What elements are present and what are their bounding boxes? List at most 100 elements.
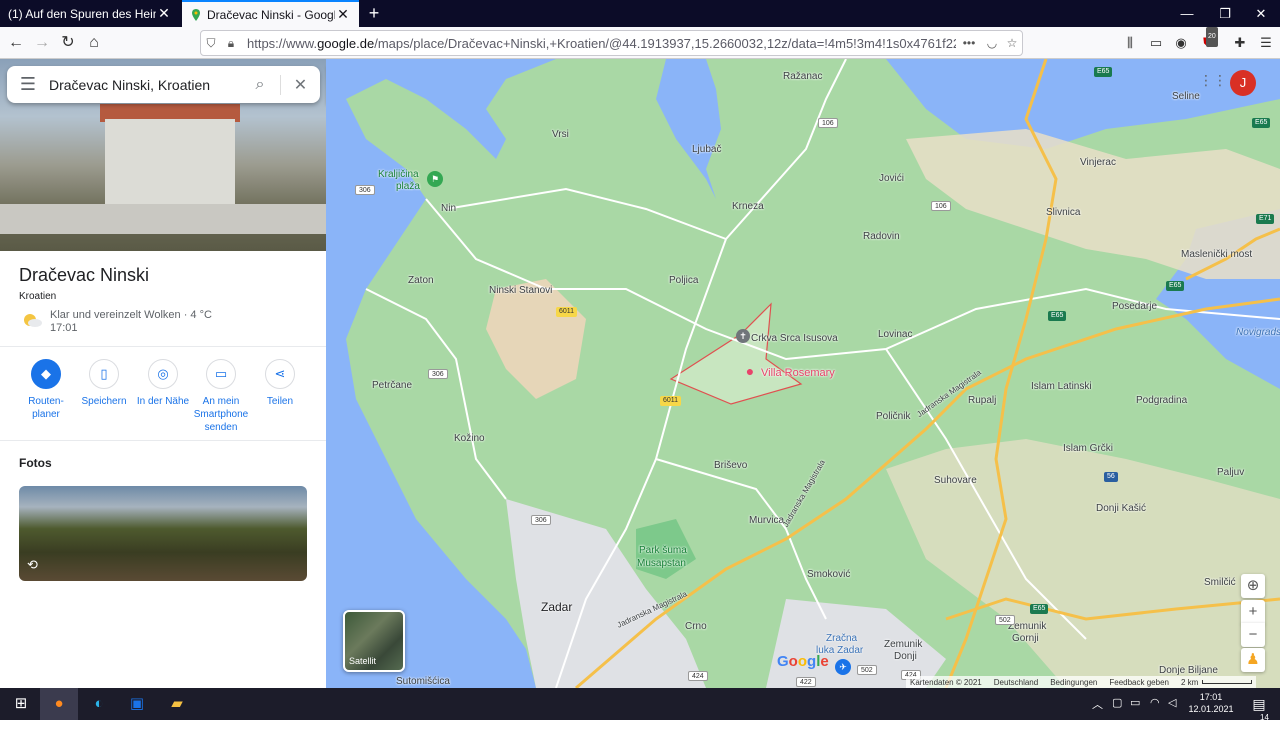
map-label[interactable]: Seline [1172,91,1200,102]
map-label[interactable]: Ninski Stanovi [489,285,552,296]
map-label[interactable]: Petrčane [372,380,412,391]
map-label[interactable]: Zaton [408,275,434,286]
map-label[interactable]: Murvica [749,515,784,526]
account-icon[interactable]: ◉ [1171,33,1191,53]
map-label[interactable]: Donji Kašić [1096,503,1146,514]
lock-icon[interactable]: 🔒︎ [221,36,241,51]
map-label[interactable]: Donji [894,651,917,662]
photo-thumbnail[interactable]: ⟲ [19,486,307,581]
feedback-link[interactable]: Feedback geben [1109,678,1169,687]
directions-icon[interactable]: ◆ [31,359,61,389]
map-label[interactable]: Crno [685,621,707,632]
tray-chevron-icon[interactable]: ︿ [1092,696,1103,712]
map-label[interactable]: Briševo [714,460,747,471]
tab-heimat[interactable]: (1) Auf den Spuren des Heimati ✕ [0,0,180,27]
map-label[interactable]: Nin [441,203,456,214]
close-tab-icon[interactable]: ✕ [156,5,172,22]
firefox-icon[interactable]: ● [40,688,78,720]
map-label[interactable]: Sutomišćica [396,676,450,687]
notifications-icon[interactable]: ▤ 14 [1240,688,1278,722]
terms-link[interactable]: Bedingungen [1050,678,1097,687]
hotel-pin-icon[interactable]: ● [743,363,757,379]
map-label[interactable]: Gornji [1012,633,1039,644]
map-label[interactable]: Smoković [807,569,850,580]
google-apps-icon[interactable]: ⋮⋮⋮ [1199,72,1241,92]
map-label[interactable]: Radovin [863,231,900,242]
maximize-button[interactable]: ❐ [1208,0,1242,27]
tray-app-icon[interactable]: ▢ [1112,696,1122,709]
file-explorer-icon[interactable]: ▰ [158,688,196,720]
url-text[interactable]: https://www.google.de/maps/place/Dračeva… [241,36,956,51]
region-link[interactable]: Deutschland [994,678,1038,687]
bookmark-icon[interactable]: ▯ [89,359,119,389]
share-button[interactable]: ⋖ Teilen [245,359,315,408]
map-label[interactable]: Smilčić [1204,577,1236,588]
zoom-in-button[interactable]: + [1241,600,1265,624]
church-pin-icon[interactable]: ✝ [736,329,750,343]
map-canvas[interactable]: Ražanac Seline Vrsi Ljubač Kraljičina pl… [326,59,1280,688]
map-label-park[interactable]: Park šuma [639,545,687,556]
clear-search-icon[interactable]: ✕ [280,74,320,95]
close-window-button[interactable]: ✕ [1244,0,1278,27]
wifi-icon[interactable]: ◠ [1150,696,1160,709]
map-label[interactable]: Suhovare [934,475,977,486]
map-label-beach[interactable]: Kraljičina [378,169,419,180]
map-label-water[interactable]: Novigrads [1236,327,1280,338]
edge-icon[interactable]: ◐ [80,688,118,720]
zoom-out-button[interactable]: − [1241,623,1265,647]
map-label[interactable]: Zemunik [884,639,922,650]
url-bar[interactable]: ⛉ 🔒︎ https://www.google.de/maps/place/Dr… [200,30,1023,56]
page-actions-icon[interactable]: ••• [956,36,982,50]
bookmark-star-icon[interactable]: ☆ [1002,36,1022,50]
shield-icon[interactable]: ⛉ [201,36,221,51]
map-label[interactable]: Kožino [454,433,485,444]
map-label-church[interactable]: Crkva Srca Isusova [751,333,838,344]
map-label[interactable]: Poličnik [876,411,910,422]
back-arrow-icon[interactable]: ← [4,31,28,55]
new-tab-button[interactable]: + [362,2,386,24]
search-icon[interactable]: ⌕ [240,76,280,94]
map-label[interactable]: Maslenički most [1181,249,1252,260]
hamburger-menu-icon[interactable]: ☰ [7,74,49,95]
outlook-icon[interactable]: ▣ [118,688,156,720]
map-label[interactable]: Islam Grčki [1063,443,1113,454]
map-label[interactable]: Posedarje [1112,301,1157,312]
map-label-city[interactable]: Zadar [541,600,572,614]
nearby-icon[interactable]: ◎ [148,359,178,389]
scale-label[interactable]: 2 km [1181,678,1198,687]
airport-pin-icon[interactable]: ✈ [835,659,851,675]
sidebar-icon[interactable]: ▭ [1146,33,1166,53]
map-label[interactable]: Poljica [669,275,698,286]
map-label[interactable]: Krneza [732,201,764,212]
my-location-icon[interactable]: ⊕ [1241,574,1265,598]
forward-arrow-icon[interactable]: → [30,31,54,55]
map-label[interactable]: Vrsi [552,129,569,140]
volume-icon[interactable]: ◁ [1168,696,1176,709]
search-input[interactable]: Dračevac Ninski, Kroatien [49,77,240,93]
map-label[interactable]: Slivnica [1046,207,1080,218]
map-label[interactable]: Islam Latinski [1031,381,1092,392]
map-label[interactable]: Donje Biljane [1159,665,1218,676]
beach-pin-icon[interactable]: ⚑ [427,171,443,187]
tab-google-maps[interactable]: Dračevac Ninski - Google M ✕ [182,0,359,27]
map-label-villa[interactable]: Villa Rosemary [761,367,835,379]
minimize-button[interactable]: — [1170,0,1204,27]
map-label[interactable]: Ražanac [783,71,822,82]
home-icon[interactable]: ⌂ [82,31,106,55]
share-icon[interactable]: ⋖ [265,359,295,389]
map-label[interactable]: Rupalj [968,395,996,406]
system-clock[interactable]: 17:01 12.01.2021 [1186,691,1236,715]
battery-icon[interactable]: ▭ [1130,696,1140,709]
map-label[interactable]: Lovinac [878,329,912,340]
pocket-icon[interactable]: ◡ [982,36,1002,50]
search-box[interactable]: ☰ Dračevac Ninski, Kroatien ⌕ ✕ [7,66,320,103]
map-label-beach[interactable]: plaža [396,181,420,192]
ublock-icon[interactable]: ⛊20 [1198,27,1218,53]
reload-icon[interactable]: ↻ [56,31,80,55]
map-label-airport[interactable]: Zračna [826,633,857,644]
extensions-icon[interactable]: ✚ [1230,33,1250,53]
satellite-layer-toggle[interactable]: Satellit [343,610,405,672]
library-icon[interactable]: ⫼ [1120,33,1140,53]
app-menu-icon[interactable]: ☰ [1256,33,1276,53]
map-label-park[interactable]: Musapstan [637,558,686,569]
